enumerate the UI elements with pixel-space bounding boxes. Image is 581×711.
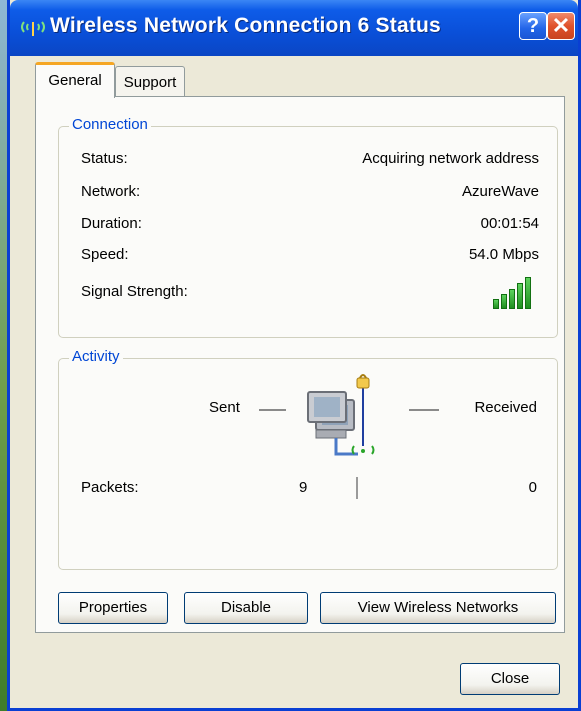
status-label: Status:: [81, 150, 128, 167]
speed-label: Speed:: [81, 246, 129, 263]
tab-general[interactable]: General: [35, 62, 115, 98]
wireless-connection-icon: [21, 21, 45, 36]
title-bar[interactable]: Wireless Network Connection 6 Status ? ✕: [10, 0, 578, 56]
signal-strength-label: Signal Strength:: [81, 283, 188, 300]
connection-legend: Connection: [69, 116, 151, 133]
view-wireless-networks-button[interactable]: View Wireless Networks: [320, 592, 556, 624]
sent-line: [259, 409, 286, 411]
packets-sent-value: 9: [299, 479, 308, 496]
packets-divider: [356, 477, 358, 499]
status-dialog: Wireless Network Connection 6 Status ? ✕…: [7, 0, 581, 711]
tab-panel-general: Connection Status: Acquiring network add…: [35, 96, 565, 633]
duration-value: 00:01:54: [480, 215, 539, 232]
signal-strength-icon: [489, 275, 539, 309]
status-value: Acquiring network address: [362, 150, 539, 167]
network-value: AzureWave: [462, 183, 539, 200]
speed-row: Speed: 54.0 Mbps: [81, 246, 539, 268]
disable-button[interactable]: Disable: [184, 592, 308, 624]
received-line: [409, 409, 439, 411]
packets-label: Packets:: [81, 479, 139, 496]
close-window-button[interactable]: ✕: [547, 12, 575, 40]
tab-support[interactable]: Support: [115, 66, 185, 96]
window-title: Wireless Network Connection 6 Status: [50, 14, 441, 37]
close-button[interactable]: Close: [460, 663, 560, 695]
speed-value: 54.0 Mbps: [468, 246, 539, 263]
network-label: Network:: [81, 183, 141, 200]
network-activity-icon: [307, 374, 375, 456]
packets-received-value: 0: [528, 479, 537, 496]
properties-button[interactable]: Properties: [58, 592, 168, 624]
network-row: Network: AzureWave: [81, 183, 539, 205]
activity-legend: Activity: [69, 348, 123, 365]
duration-label: Duration:: [81, 215, 142, 232]
duration-row: Duration: 00:01:54: [81, 215, 539, 237]
connection-group: Connection Status: Acquiring network add…: [58, 116, 558, 338]
received-label: Received: [474, 399, 537, 416]
activity-group: Activity Sent Received Packets: 9 0: [58, 348, 558, 570]
help-button[interactable]: ?: [519, 12, 547, 40]
signal-row: Signal Strength:: [81, 277, 539, 309]
status-row: Status: Acquiring network address: [81, 150, 539, 172]
sent-label: Sent: [209, 399, 240, 416]
